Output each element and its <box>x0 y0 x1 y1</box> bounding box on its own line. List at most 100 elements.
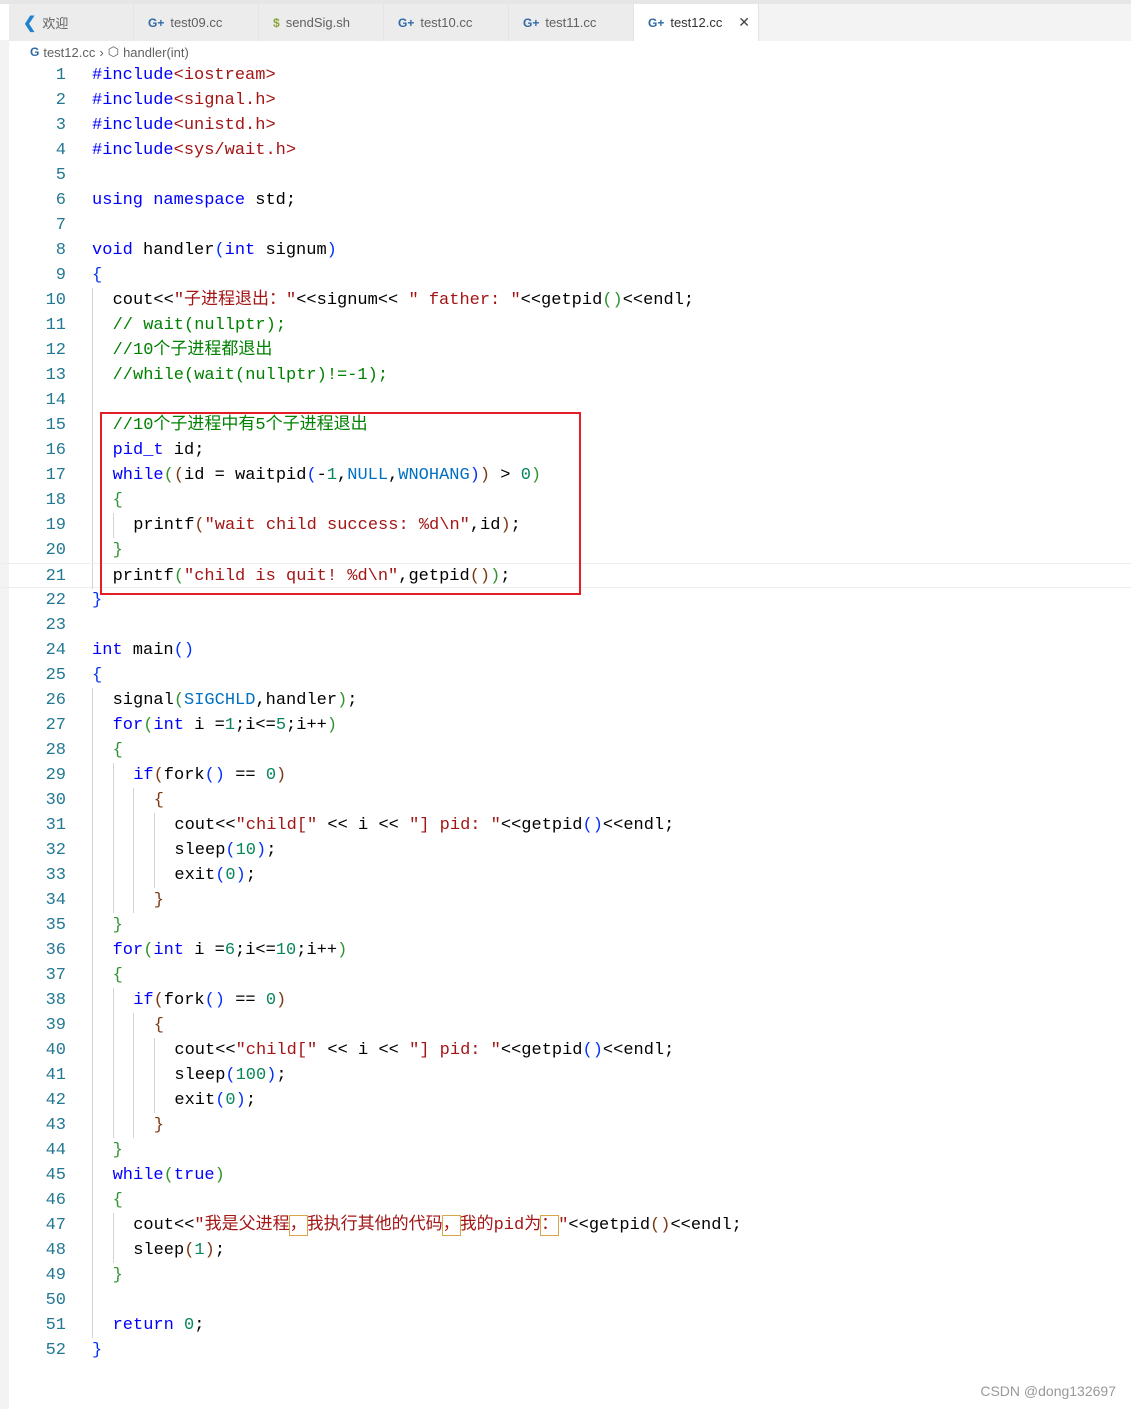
code-token: { <box>153 791 164 810</box>
line-number: 8 <box>55 241 66 260</box>
tab-test12-cc[interactable]: G+ test12.cc ✕ <box>634 4 759 41</box>
indent-guide <box>133 888 135 913</box>
indent-guide <box>112 1213 114 1238</box>
code-text: return 0; <box>113 1313 205 1338</box>
tab-test09-cc[interactable]: G+ test09.cc <box>134 4 259 41</box>
code-token: return <box>112 1316 174 1335</box>
code-text: cout<<"child[" << i << "] pid: "<<getpid… <box>174 813 674 838</box>
code-token: if <box>133 991 154 1010</box>
code-token: << i << <box>317 816 410 835</box>
indent-guide <box>92 1313 93 1338</box>
code-token: ， <box>441 1215 461 1236</box>
code-line: 43} <box>0 1113 1131 1138</box>
indent-guide <box>92 938 93 963</box>
indent-guide <box>92 788 93 813</box>
code-token: == <box>225 766 266 785</box>
code-token: exit <box>174 866 216 885</box>
code-token: "子进程退出：" <box>173 291 297 310</box>
code-token: ( <box>153 766 164 785</box>
line-number: 6 <box>55 191 66 210</box>
code-editor[interactable]: 1 #include<iostream> 2 #include<signal.h> 3 #… <box>0 63 1131 1363</box>
code-token: signum <box>255 241 327 260</box>
code-token: () <box>204 766 226 785</box>
code-line: 13 //while(wait(nullptr)!=-1); <box>0 363 1131 388</box>
line-number: 28 <box>45 741 66 760</box>
code-token: ( <box>225 1066 236 1085</box>
line-number: 31 <box>45 816 66 835</box>
code-line: 29 if(fork() == 0) <box>0 763 1131 788</box>
code-line: 36 for(int i =6;i<=10;i++) <box>0 938 1131 963</box>
indent-guide <box>112 1238 114 1263</box>
code-line: 28 { <box>0 738 1131 763</box>
code-token: "] pid: " <box>409 1041 501 1060</box>
code-token: exit <box>174 1091 216 1110</box>
indent-guide <box>92 288 93 313</box>
tab-test10-cc[interactable]: G+ test10.cc <box>384 4 509 41</box>
indent-guide <box>92 463 93 488</box>
line-number: 7 <box>55 216 66 235</box>
code-line: 6 using namespace std; <box>0 188 1131 213</box>
cpp-file-icon: G+ <box>648 15 665 30</box>
code-token: fork <box>163 766 205 785</box>
breadcrumb-file[interactable]: test12.cc <box>43 45 95 60</box>
indent-guide <box>153 813 155 838</box>
code-text: signal(SIGCHLD,handler); <box>113 688 358 713</box>
code-text: //10个子进程都退出 <box>113 338 273 363</box>
tab-sendSig-sh[interactable]: $ sendSig.sh <box>259 4 384 41</box>
code-text: } <box>154 1113 164 1138</box>
code-line: 14 <box>0 388 1131 413</box>
code-text: { <box>113 963 123 988</box>
code-line: 25 { <box>0 663 1131 688</box>
code-line: 34} <box>0 888 1131 913</box>
code-line: 12 //10个子进程都退出 <box>0 338 1131 363</box>
code-line: 38 if(fork() == 0) <box>0 988 1131 1013</box>
code-line: 27 for(int i =1;i<=5;i++) <box>0 713 1131 738</box>
code-token: ) <box>326 241 337 260</box>
code-token: int <box>92 641 123 660</box>
cpp-file-icon: G+ <box>148 15 165 30</box>
code-token: ; <box>245 866 257 885</box>
code-line: 4 #include<sys/wait.h> <box>0 138 1131 163</box>
line-number: 36 <box>45 941 66 960</box>
code-token: <<endl; <box>602 1041 675 1060</box>
indent-guide <box>92 963 93 988</box>
code-token: ( <box>215 866 226 885</box>
line-number: 29 <box>45 766 66 785</box>
breadcrumb-symbol[interactable]: handler(int) <box>123 45 189 60</box>
code-token: ( <box>215 1091 226 1110</box>
indent-guide <box>92 813 93 838</box>
code-token: cout<< <box>112 291 174 310</box>
code-text: //while(wait(nullptr)!=-1); <box>113 363 388 388</box>
code-token: 0 <box>225 866 236 885</box>
code-token: i = <box>184 716 225 735</box>
code-line: 41 sleep(100); <box>0 1063 1131 1088</box>
code-token: ( <box>143 941 154 960</box>
indent-guide <box>92 1238 93 1263</box>
code-text: if(fork() == 0) <box>133 763 286 788</box>
tab--[interactable]: ❮ 欢迎 <box>9 4 134 41</box>
indent-guide <box>92 838 93 863</box>
code-token: () <box>204 991 226 1010</box>
code-text: // wait(nullptr); <box>113 313 286 338</box>
tab-test11-cc[interactable]: G+ test11.cc <box>509 4 634 41</box>
code-line: 2 #include<signal.h> <box>0 88 1131 113</box>
code-token: //while(wait(nullptr)!=-1); <box>112 366 389 385</box>
code-token: SIGCHLD <box>184 691 256 710</box>
code-token: 0 <box>265 766 277 785</box>
code-token: ) <box>214 1166 225 1185</box>
code-token: 1 <box>224 716 236 735</box>
code-token: } <box>112 1266 123 1285</box>
line-number: 51 <box>45 1316 66 1335</box>
code-token: ) <box>256 841 267 860</box>
code-token: int <box>153 941 185 960</box>
code-line: 1 #include<iostream> <box>0 63 1131 88</box>
line-number: 44 <box>45 1141 66 1160</box>
close-icon[interactable]: ✕ <box>738 14 750 31</box>
code-token: for <box>112 716 144 735</box>
line-number: 26 <box>45 691 66 710</box>
code-line: 49} <box>0 1263 1131 1288</box>
cpp-file-icon: G+ <box>398 15 415 30</box>
tab-label: sendSig.sh <box>285 15 351 30</box>
code-text: cout<<"child[" << i << "] pid: "<<getpid… <box>174 1038 674 1063</box>
